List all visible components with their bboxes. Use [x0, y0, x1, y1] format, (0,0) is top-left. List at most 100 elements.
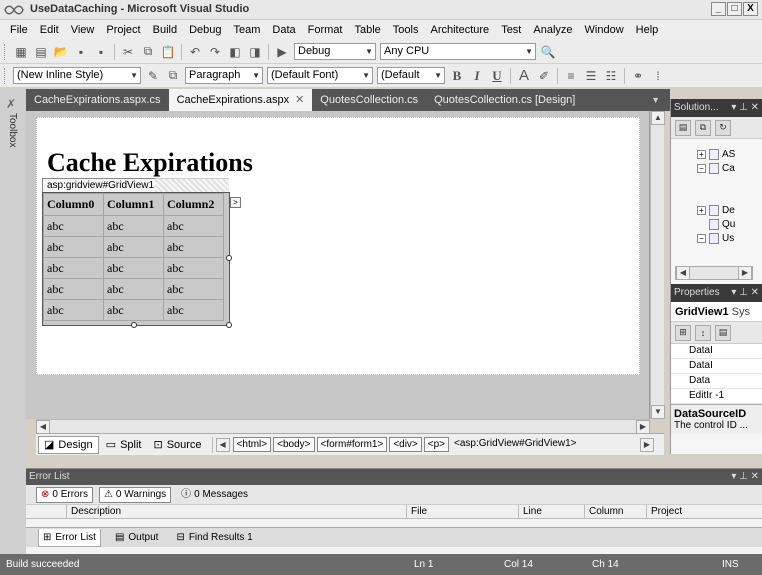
column-header-file[interactable]: File [406, 505, 518, 519]
tree-item[interactable]: + De [671, 203, 762, 217]
underline-button[interactable]: U [488, 67, 506, 85]
menu-project[interactable]: Project [100, 20, 146, 40]
block-format-select[interactable]: Paragraph ▼ [185, 67, 263, 84]
tab-dropdown-icon[interactable]: ▼ [651, 95, 660, 105]
gridview1[interactable]: Column0 Column1 Column2 abc abc abc abc … [42, 192, 230, 326]
open-file-icon[interactable]: 📂 [52, 43, 70, 61]
pin-close-icon[interactable]: ▾ ⊥ ✕ [731, 99, 759, 117]
font-size-select[interactable]: (Default ▼ [377, 67, 445, 84]
menu-edit[interactable]: Edit [34, 20, 65, 40]
minimize-button[interactable]: _ [711, 2, 726, 16]
add-item-icon[interactable]: ▤ [32, 43, 50, 61]
warnings-filter-button[interactable]: ⚠ 0 Warnings [98, 486, 172, 503]
expand-icon[interactable]: + [697, 149, 706, 159]
show-all-files-icon[interactable]: ⧉ [695, 119, 711, 136]
bulleted-list-icon[interactable]: ☷ [602, 67, 620, 85]
solution-hscrollbar[interactable]: ◀ ▶ [675, 266, 753, 280]
save-all-icon[interactable]: ▪ [92, 43, 110, 61]
menu-build[interactable]: Build [147, 20, 183, 40]
tab-error-list[interactable]: ⊞ Error List [38, 528, 101, 547]
tab-output[interactable]: ▤ Output [111, 529, 162, 547]
highlight-icon[interactable]: ✐ [535, 67, 553, 85]
scroll-up-icon[interactable]: ▲ [651, 111, 665, 125]
menu-tools[interactable]: Tools [387, 20, 425, 40]
object-select[interactable]: GridView1 Sys [671, 302, 762, 322]
breadcrumb-left-icon[interactable]: ◀ [215, 437, 230, 452]
resize-handle[interactable] [226, 322, 232, 328]
property-row[interactable]: Data [671, 374, 762, 389]
redo-icon[interactable]: ↷ [206, 43, 224, 61]
gridview-tag[interactable]: asp:gridview#GridView1 [42, 178, 160, 192]
scroll-left-icon[interactable]: ◀ [36, 419, 50, 434]
tab-find-results[interactable]: ⊟ Find Results 1 [172, 529, 256, 547]
cut-icon[interactable]: ✂ [119, 43, 137, 61]
start-debugging-icon[interactable]: ▶ [273, 43, 291, 61]
categorized-icon[interactable]: ⊞ [675, 324, 691, 341]
messages-filter-button[interactable]: ⓘ 0 Messages [177, 487, 252, 503]
close-tab-icon[interactable]: ✕ [295, 94, 304, 106]
target-rule-select[interactable]: (New Inline Style) ▼ [13, 67, 141, 84]
toolbar-overflow-icon[interactable]: ⁞ [649, 67, 667, 85]
property-row[interactable]: DataI [671, 344, 762, 359]
property-pages-icon[interactable]: ▤ [715, 324, 731, 341]
toolbar-grip[interactable] [4, 67, 7, 84]
menu-format[interactable]: Format [302, 20, 349, 40]
toolbox-icon[interactable]: ✗ [6, 97, 16, 111]
scroll-left-icon[interactable]: ◀ [676, 266, 690, 280]
property-row[interactable]: DataI [671, 359, 762, 374]
find-icon[interactable]: 🔍 [539, 43, 557, 61]
smart-tag-button[interactable]: > [230, 197, 241, 208]
pin-close-icon[interactable]: ▾ ⊥ ✕ [731, 469, 759, 485]
menu-data[interactable]: Data [266, 20, 301, 40]
scroll-right-icon[interactable]: ▶ [636, 419, 650, 434]
italic-button[interactable]: I [468, 67, 486, 85]
font-name-select[interactable]: (Default Font) ▼ [267, 67, 373, 84]
scroll-right-icon[interactable]: ▶ [738, 266, 752, 280]
property-row[interactable]: EditIr -1 [671, 389, 762, 404]
save-icon[interactable]: ▪ [72, 43, 90, 61]
toolbar-grip[interactable] [4, 43, 7, 60]
menu-view[interactable]: View [65, 20, 101, 40]
expand-icon[interactable]: + [697, 205, 706, 215]
new-style-icon[interactable]: ⧉ [164, 67, 182, 85]
breadcrumb-gridview[interactable]: <asp:GridView#GridView1> [451, 437, 579, 452]
align-icon[interactable]: ≡ [562, 67, 580, 85]
tree-item[interactable]: + AS [671, 147, 762, 161]
toolbox-tab[interactable]: Toolbox [7, 113, 18, 147]
menu-help[interactable]: Help [630, 20, 665, 40]
split-view-button[interactable]: ▭ Split [101, 436, 147, 454]
maximize-button[interactable]: □ [727, 2, 742, 16]
pin-close-icon[interactable]: ▾ ⊥ ✕ [731, 284, 759, 302]
breadcrumb-right-icon[interactable]: ▶ [640, 437, 654, 452]
tab-quotescollection-cs[interactable]: QuotesCollection.cs [312, 89, 426, 111]
numbered-list-icon[interactable]: ☰ [582, 67, 600, 85]
breadcrumb-p[interactable]: <p> [423, 437, 450, 452]
tab-quotescollection-design[interactable]: QuotesCollection.cs [Design] [426, 89, 583, 111]
breadcrumb-html[interactable]: <html> [232, 437, 272, 452]
hyperlink-icon[interactable]: ⚭ [629, 67, 647, 85]
design-page[interactable]: Cache Expirations asp:gridview#GridView1… [36, 117, 640, 375]
solution-configuration-select[interactable]: Debug ▼ [294, 43, 376, 60]
font-color-icon[interactable]: A [515, 67, 533, 85]
column-header-line[interactable]: Line [518, 505, 584, 519]
column-header-description[interactable]: Description [66, 505, 406, 519]
menu-debug[interactable]: Debug [183, 20, 227, 40]
design-view-button[interactable]: ◪ Design [38, 435, 99, 454]
tree-item[interactable]: − Ca [671, 161, 762, 175]
navigate-backward-icon[interactable]: ◧ [226, 43, 244, 61]
menu-team[interactable]: Team [228, 20, 267, 40]
column-header-project[interactable]: Project [646, 505, 762, 519]
source-view-button[interactable]: ⊡ Source [148, 436, 206, 454]
menu-table[interactable]: Table [349, 20, 387, 40]
errors-filter-button[interactable]: ⊗ 0 Errors [36, 486, 93, 503]
menu-analyze[interactable]: Analyze [527, 20, 578, 40]
menu-test[interactable]: Test [495, 20, 527, 40]
tree-item[interactable]: Qu [671, 217, 762, 231]
collapse-icon[interactable]: − [697, 233, 706, 243]
page-heading[interactable]: Cache Expirations [47, 148, 253, 178]
close-button[interactable]: X [743, 2, 758, 16]
vertical-scrollbar[interactable]: ▲ ▼ [650, 111, 665, 419]
undo-icon[interactable]: ↶ [186, 43, 204, 61]
menu-file[interactable]: File [4, 20, 34, 40]
apply-style-icon[interactable]: ✎ [144, 67, 162, 85]
